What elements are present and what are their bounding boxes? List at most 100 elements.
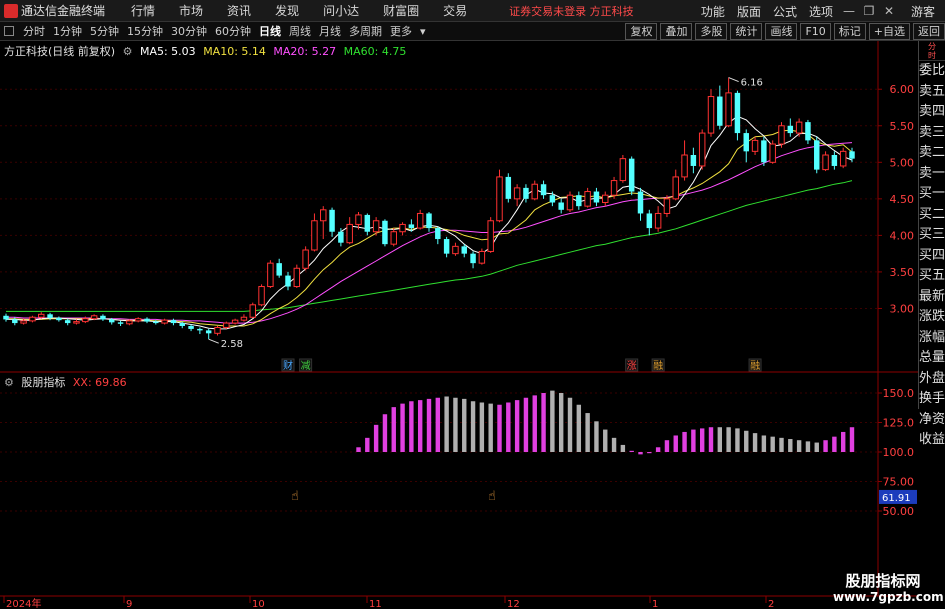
candle-up (487, 220, 494, 252)
candle-up (663, 198, 671, 214)
low-pointer (208, 338, 219, 344)
candle-down (408, 224, 415, 229)
candle-down (285, 275, 291, 287)
candle-down (197, 328, 203, 331)
candle-down (329, 209, 335, 232)
candle-down (153, 321, 159, 324)
side-head-2: 时 (928, 51, 936, 60)
candle-down (523, 187, 529, 199)
side-panel-header[interactable]: 分 时 (919, 41, 945, 61)
kline-chart[interactable]: 6.00 5.50 5.00 4.50 4.00 3.50 3.00 6.16 2.58 财减 涨 融… (0, 0, 945, 609)
candle-down (117, 322, 124, 324)
candle-up (478, 250, 486, 264)
side-panel-item[interactable]: 卖五 (919, 82, 945, 103)
settings-icon[interactable]: ⚙ (123, 45, 133, 58)
side-panel-item[interactable]: 最新 (919, 287, 945, 308)
candle-down (12, 319, 18, 324)
candle-up (390, 231, 397, 245)
candle-down (805, 122, 811, 141)
price-tick-label: 4.50 (890, 193, 915, 206)
side-panel-item[interactable]: 买一 (919, 184, 945, 205)
side-panel-item[interactable]: 总量 (919, 348, 945, 369)
high-price-label: 6.16 (741, 78, 763, 89)
side-panel-item[interactable]: 卖二 (919, 143, 945, 164)
candle-down (734, 92, 741, 134)
candle-up (161, 319, 168, 324)
x-tick-label: 11 (369, 599, 382, 609)
candle-up (223, 322, 230, 328)
candle-up (293, 267, 301, 288)
side-panel-item[interactable]: 外盘 (919, 369, 945, 390)
candle-up (231, 319, 239, 324)
candle-up (240, 316, 248, 321)
candle-up (249, 304, 256, 318)
candle-down (549, 195, 556, 203)
candle-down (179, 323, 185, 326)
candle-up (38, 313, 45, 318)
candle-down (717, 96, 723, 126)
candle-down (382, 220, 388, 245)
ma-info-line: 方正科技(日线 前复权) ⚙ MA5: 5.03 MA10: 5.14 MA20… (4, 43, 410, 59)
indicator-tick-label: 50.00 (883, 505, 915, 518)
side-panel-item[interactable]: 净资 (919, 410, 945, 431)
side-panel-item[interactable]: 买二 (919, 205, 945, 226)
side-panel-item[interactable]: 买三 (919, 225, 945, 246)
event-marker: 涨 (627, 360, 637, 372)
candle-up (698, 132, 706, 167)
candle-up (372, 220, 380, 233)
side-panel-item[interactable]: 卖一 (919, 164, 945, 185)
event-marker: 财 (283, 359, 293, 372)
candle-down (188, 326, 194, 329)
indicator-name: 股朋指标 (21, 376, 66, 389)
candle-down (47, 314, 53, 318)
candle-down (338, 231, 344, 243)
side-panel-item[interactable]: 换手 (919, 389, 945, 410)
ma60-line (6, 180, 853, 312)
price-tick-label: 6.00 (890, 83, 915, 96)
indicator-xx-value: XX: 69.86 (72, 376, 127, 389)
candle-up (452, 245, 459, 255)
indicator-settings-icon[interactable]: ⚙ (4, 376, 14, 389)
indicator-tick-label: 125.0 (883, 417, 915, 430)
candle-up (90, 315, 98, 320)
ma20-label: MA20: 5.27 (273, 45, 337, 58)
candle-down (761, 140, 767, 163)
price-tick-label: 3.00 (890, 302, 915, 315)
side-panel-item[interactable]: 买四 (919, 246, 945, 267)
side-panel-item[interactable]: 买五 (919, 266, 945, 287)
side-panel-item[interactable]: 收益 (919, 430, 945, 451)
candle-up (513, 187, 521, 200)
candle-down (540, 184, 547, 196)
candle-up (707, 96, 715, 134)
candle-down (3, 315, 9, 320)
candle-down (646, 213, 653, 229)
ma10-label: MA10: 5.14 (203, 45, 266, 58)
candle-down (637, 191, 644, 214)
indicator-tick-label: 75.00 (883, 476, 915, 489)
side-panel-item[interactable]: 涨跌 (919, 307, 945, 328)
candle-up (619, 158, 627, 182)
ma60-label: MA60: 4.75 (343, 45, 407, 58)
candle-down (558, 202, 564, 210)
candle-down (364, 214, 371, 232)
candle-down (443, 239, 450, 254)
side-panel-item[interactable]: 涨幅 (919, 328, 945, 349)
side-panel-item[interactable]: 卖四 (919, 102, 945, 123)
candle-up (795, 121, 803, 134)
side-panel-item[interactable]: 委比 (919, 61, 945, 82)
x-tick-label: 2 (768, 599, 774, 609)
high-pointer (728, 77, 739, 83)
candle-down (690, 155, 697, 166)
candle-up (73, 321, 80, 324)
stock-title: 方正科技(日线 前复权) (4, 45, 116, 58)
candle-up (822, 154, 829, 171)
candle-down (56, 317, 62, 321)
event-marker: 融 (750, 360, 760, 372)
candle-down (109, 319, 115, 323)
watermark: 股朋指标网 www.7gpzb.com (833, 572, 944, 604)
candle-up (134, 318, 142, 322)
candle-up (399, 223, 406, 233)
side-panel-item[interactable]: 卖三 (919, 123, 945, 144)
candle-up (769, 143, 776, 163)
candle-up (778, 125, 785, 145)
